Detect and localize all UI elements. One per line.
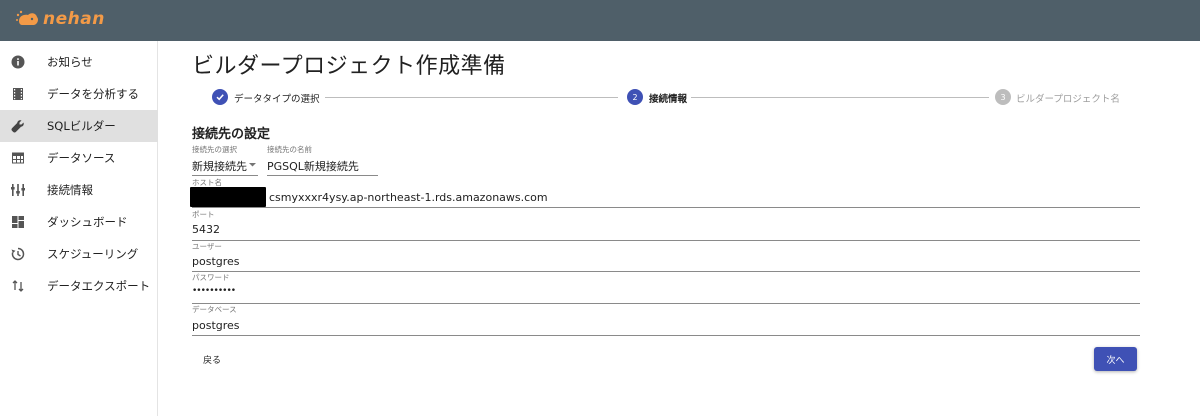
sidebar-item-label: ダッシュボード <box>47 215 128 229</box>
field-underline <box>267 175 378 176</box>
sidebar-item-label: データソース <box>47 151 116 165</box>
step-2-label[interactable]: 接続情報 <box>649 91 687 105</box>
field-underline <box>192 335 1140 336</box>
field-underline <box>192 207 1140 208</box>
section-title: 接続先の設定 <box>192 127 271 142</box>
database-label: データベース <box>192 305 237 314</box>
sidebar-item-sql-builder[interactable]: SQLビルダー <box>0 110 158 142</box>
port-label: ポート <box>192 210 215 219</box>
main-content: ビルダープロジェクト作成準備 データタイプの選択 2 接続情報 3 ビルダープロ… <box>159 41 1200 416</box>
film-strip-icon <box>13 88 23 100</box>
sidebar-item-label: SQLビルダー <box>47 119 116 133</box>
info-icon <box>11 55 25 69</box>
user-label: ユーザー <box>192 242 222 251</box>
sidebar-item-label: データを分析する <box>47 87 139 101</box>
sidebar-item-label: お知らせ <box>47 55 93 69</box>
host-input[interactable]: csmyxxxr4ysy.ap-northeast-1.rds.amazonaw… <box>269 191 548 204</box>
connection-icon <box>11 184 25 196</box>
port-input[interactable]: 5432 <box>192 223 220 236</box>
step-connector <box>325 97 618 98</box>
sidebar-item-label: 接続情報 <box>47 183 93 197</box>
export-icon <box>12 280 24 292</box>
redaction-box <box>190 187 266 207</box>
sidebar-item-scheduling[interactable]: スケジューリング <box>0 238 158 270</box>
field-underline <box>192 271 1140 272</box>
sidebar-item-dashboard[interactable]: ダッシュボード <box>0 206 158 238</box>
sidebar-item-label: スケジューリング <box>47 247 139 261</box>
sidebar-item-datasource[interactable]: データソース <box>0 142 158 174</box>
sidebar-item-connections[interactable]: 接続情報 <box>0 174 158 206</box>
wrench-icon <box>11 120 24 133</box>
nehan-logo-icon <box>16 10 38 25</box>
connection-name-input[interactable]: PGSQL新規接続先 <box>267 158 359 174</box>
sidebar-item-news[interactable]: お知らせ <box>0 46 158 78</box>
user-input[interactable]: postgres <box>192 255 240 268</box>
step-1-label[interactable]: データタイプの選択 <box>234 91 320 105</box>
password-input[interactable]: •••••••••• <box>192 286 236 296</box>
sidebar-item-analyze[interactable]: データを分析する <box>0 78 158 110</box>
logo[interactable]: nehan <box>16 9 105 29</box>
field-underline <box>192 175 258 176</box>
schedule-icon <box>11 247 25 261</box>
logo-text: nehan <box>43 9 105 29</box>
table-icon <box>12 152 24 164</box>
field-underline <box>192 240 1140 241</box>
next-button[interactable]: 次へ <box>1094 347 1137 371</box>
database-input[interactable]: postgres <box>192 319 240 332</box>
field-underline <box>192 303 1140 304</box>
top-bar: nehan <box>0 0 1200 41</box>
sidebar: お知らせ データを分析する SQLビルダー データソース 接続情報 ダッシュボー… <box>0 41 158 416</box>
step-3-circle[interactable]: 3 <box>995 89 1011 105</box>
connection-select-label: 接続先の選択 <box>192 145 237 154</box>
check-icon <box>216 94 224 101</box>
sidebar-item-export[interactable]: データエクスポート <box>0 270 158 302</box>
password-label: パスワード <box>192 273 230 282</box>
connection-select-value: 新規接続先 <box>192 160 247 173</box>
dropdown-arrow-icon <box>249 163 256 167</box>
step-1-circle[interactable] <box>212 89 228 105</box>
back-button[interactable]: 戻る <box>192 348 232 370</box>
connection-name-label: 接続先の名前 <box>267 145 312 154</box>
step-2-circle[interactable]: 2 <box>627 89 643 105</box>
dashboard-icon <box>12 216 24 228</box>
step-connector <box>691 97 989 98</box>
sidebar-item-label: データエクスポート <box>47 279 151 293</box>
page-title: ビルダープロジェクト作成準備 <box>192 54 506 79</box>
step-3-label[interactable]: ビルダープロジェクト名 <box>1016 91 1120 105</box>
